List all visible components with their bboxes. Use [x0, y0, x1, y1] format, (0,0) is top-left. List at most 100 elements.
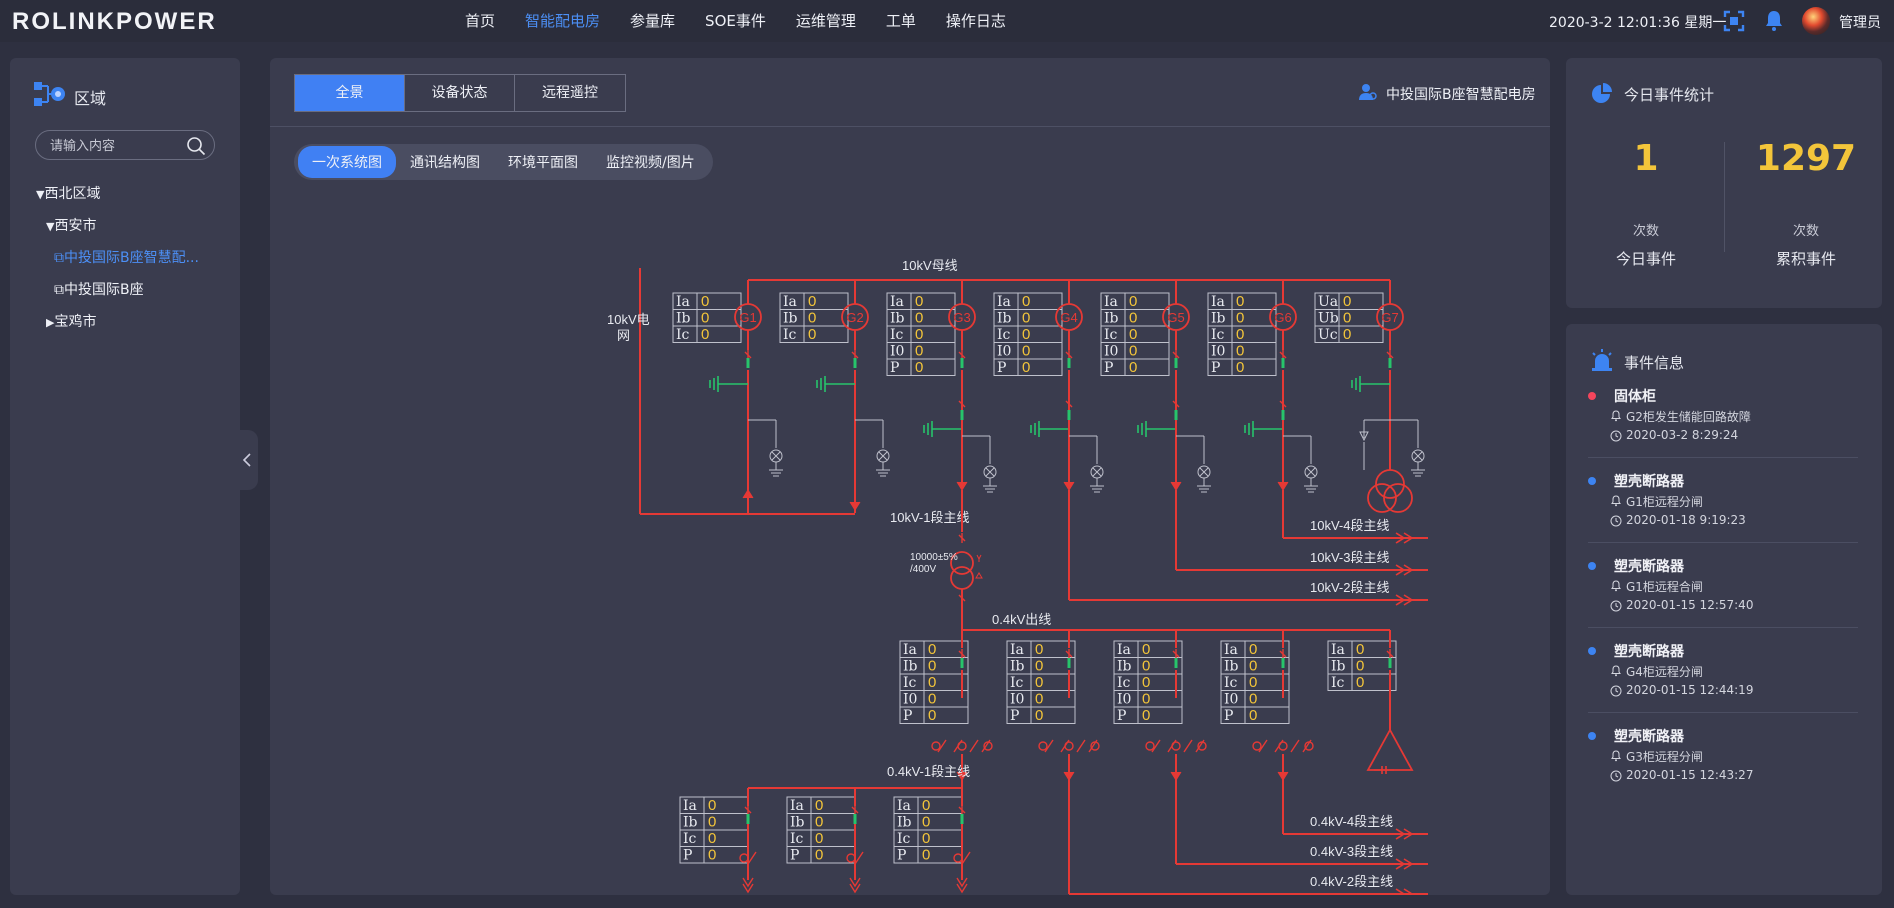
meter-label: Ib: [897, 815, 912, 831]
nav-work-order[interactable]: 工单: [886, 0, 916, 42]
switch-icon: [953, 853, 963, 863]
layers-icon: ⧉: [54, 282, 64, 298]
meter-value: 0: [1142, 674, 1150, 691]
meter-label: Ic: [676, 327, 690, 343]
meter-label: Ua: [1318, 294, 1338, 310]
generator-label: G2: [846, 310, 863, 325]
nav-parameters[interactable]: 参量库: [630, 0, 675, 42]
meter-value: 0: [1035, 641, 1043, 658]
nav-soe[interactable]: SOE事件: [705, 0, 766, 42]
tree-baoji[interactable]: ▶宝鸡市: [46, 311, 96, 331]
chevron-left-icon: [242, 453, 251, 467]
breaker-closed-indicator: [1281, 410, 1285, 420]
generator-label: G5: [1167, 310, 1184, 325]
region-title: 区域: [74, 89, 107, 108]
ground-icon: [876, 469, 890, 477]
arrester-cross: [1092, 467, 1102, 477]
event-time: 2020-01-15 12:44:19: [1626, 683, 1754, 697]
meter-value: 0: [808, 293, 816, 310]
ground-icon: [923, 421, 933, 437]
user-name[interactable]: 管理员: [1839, 12, 1881, 32]
nav-operation-log[interactable]: 操作日志: [946, 0, 1006, 42]
meter-value: 0: [1343, 293, 1351, 310]
meter-label: I0: [890, 344, 904, 360]
meter-value: 0: [815, 847, 823, 864]
switch-icon: [739, 853, 749, 863]
outgoing-label: 0.4kV-3段主线: [1310, 844, 1393, 859]
meter-value: 0: [1249, 707, 1257, 724]
event-time: 2020-01-15 12:57:40: [1626, 598, 1754, 612]
meter-label: Ib: [890, 311, 905, 327]
today-label: 今日事件: [1615, 250, 1676, 268]
surge-arrester-icon: [769, 434, 783, 477]
meter-label: Ia: [1117, 642, 1131, 658]
meter-value: 0: [1142, 641, 1150, 658]
bell-small-icon: [1611, 495, 1621, 507]
meter-value: 0: [928, 707, 936, 724]
meter-value: 0: [1022, 293, 1030, 310]
avatar[interactable]: [1802, 7, 1830, 35]
meter-value: 0: [1356, 674, 1364, 691]
outgoing-label: 10kV-4段主线: [1310, 518, 1389, 533]
meter-label: Ic: [1117, 675, 1131, 691]
event-type: 塑壳断路器: [1614, 474, 1684, 490]
ground-icon: [816, 376, 826, 392]
bell-small-icon: [1611, 750, 1621, 762]
meter-load: Ia 0Ib 0Ic 0P 0: [786, 796, 856, 864]
arrester-cross: [1306, 467, 1316, 477]
meter-value: 0: [1129, 343, 1137, 360]
grid-label: 10kV电: [607, 312, 650, 327]
stats-divider: [1724, 142, 1725, 252]
search-icon[interactable]: [186, 136, 206, 156]
breaker-closed-indicator: [960, 410, 964, 420]
single-line-diagram: 10kV母线10kV电网Ia 0Ib 0Ic 0Ia 0Ib 0Ic 0Ia 0Ib 0Ic 0I…: [607, 258, 1428, 895]
ground-icon: [709, 376, 719, 392]
nav-maintenance[interactable]: 运维管理: [796, 0, 856, 42]
surge-arrester-icon: [876, 434, 890, 477]
arrester-cross: [878, 451, 888, 461]
meter-label: P: [903, 708, 912, 724]
clock-icon: [1610, 685, 1622, 697]
arrow-down-icon: [849, 877, 861, 894]
outgoing-label: 10kV-3段主线: [1310, 550, 1389, 565]
nav-home[interactable]: 首页: [465, 0, 495, 42]
today-count: 1: [1633, 138, 1659, 179]
meter-value: 0: [1356, 641, 1364, 658]
ground-icon: [769, 469, 783, 477]
event-dot: [1588, 477, 1596, 485]
breaker-closed-indicator: [1388, 658, 1392, 668]
tree-northwest[interactable]: ▼西北区域: [36, 183, 100, 203]
meter-label: P: [890, 360, 899, 376]
surge-arrester-icon: [983, 450, 997, 493]
surge-arrester-icon: [1090, 450, 1104, 493]
arrow-down-icon: [956, 481, 968, 491]
ground-icon: [1304, 485, 1318, 493]
meter-label: Ia: [676, 294, 690, 310]
bus-1-label: 10kV-1段主线: [890, 510, 969, 525]
tree-xian[interactable]: ▼西安市: [46, 215, 96, 235]
meter-label: Ib: [683, 815, 698, 831]
switch-icon: [854, 851, 864, 865]
generator-label: G3: [953, 310, 970, 325]
meter-value: 0: [1022, 326, 1030, 343]
meter-value: 0: [1249, 641, 1257, 658]
tree-site-smart[interactable]: ⧉中投国际B座智慧配...: [54, 247, 199, 267]
bell-icon[interactable]: [1762, 9, 1786, 33]
meter-label: P: [1224, 708, 1233, 724]
fullscreen-icon[interactable]: [1722, 9, 1746, 33]
nav-smart-room[interactable]: 智能配电房: [525, 0, 600, 42]
tree-site-b[interactable]: ⧉中投国际B座: [54, 279, 144, 299]
meter-value: 0: [1142, 658, 1150, 675]
meter-label: P: [1117, 708, 1126, 724]
meter-value: 0: [708, 847, 716, 864]
meter-04kv: Ia 0Ib 0Ic 0I0 0P 0: [1220, 640, 1290, 724]
switch-icon: [961, 851, 971, 865]
meter-G4: Ia 0Ib 0Ic 0I0 0P 0: [993, 292, 1063, 376]
meter-value: 0: [815, 830, 823, 847]
meter-label: Ia: [897, 798, 911, 814]
meter-G1: Ia 0 Ib 0 Ic 0: [672, 292, 742, 343]
collapse-sidebar-button[interactable]: [238, 430, 258, 490]
meter-label: Ia: [1211, 294, 1225, 310]
switch-icon: [1252, 741, 1262, 751]
search-input[interactable]: [50, 136, 180, 154]
